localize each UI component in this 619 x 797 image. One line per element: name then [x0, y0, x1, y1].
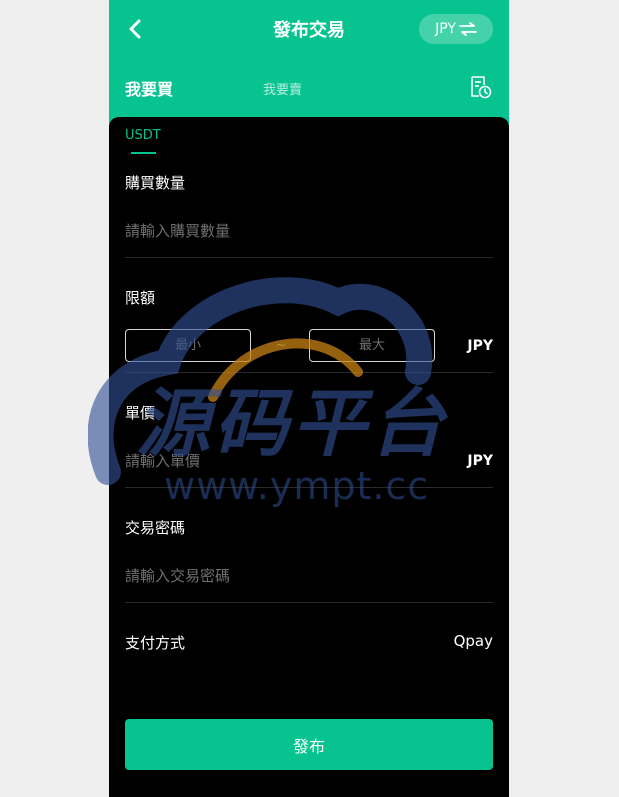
quantity-input[interactable]	[125, 218, 493, 244]
quantity-label: 購買數量	[125, 174, 186, 192]
swap-arrows-icon	[459, 22, 477, 36]
coin-tab-usdt[interactable]: USDT	[125, 128, 161, 143]
unit-price-label: 單價	[125, 404, 156, 422]
limit-separator: ~	[276, 338, 287, 352]
header-bar: 發布交易 JPY	[109, 0, 509, 60]
limit-max-input[interactable]	[309, 329, 435, 362]
trade-form-card: USDT 購買數量 限額 ~ JPY 單價 JPY 交易密碼 支付方式 Qpay…	[109, 117, 509, 797]
currency-switch-button[interactable]: JPY	[419, 14, 493, 44]
limit-unit: JPY	[467, 338, 493, 354]
currency-label: JPY	[435, 21, 456, 37]
publish-button[interactable]: 發布	[125, 719, 493, 770]
limit-min-input[interactable]	[125, 329, 251, 362]
divider	[125, 372, 493, 373]
coin-tab-indicator	[131, 152, 156, 154]
tab-sell[interactable]: 我要賣	[263, 79, 302, 98]
trade-password-input[interactable]	[125, 563, 493, 589]
order-history-icon	[471, 76, 492, 99]
unit-price-input[interactable]	[125, 448, 445, 474]
payment-method-value[interactable]: Qpay	[454, 632, 493, 650]
chevron-left-icon	[129, 19, 141, 39]
divider	[125, 257, 493, 258]
app-screen: 發布交易 JPY 我要買 我要賣 USDT 購買數量 請輸入購買數量 限額 最小…	[109, 0, 509, 797]
trade-password-label: 交易密碼	[125, 519, 186, 537]
payment-method-label: 支付方式	[125, 634, 186, 652]
limit-label: 限額	[125, 289, 156, 307]
divider	[125, 602, 493, 603]
trade-type-tabs: 我要買 我要賣	[109, 62, 509, 112]
divider	[125, 487, 493, 488]
back-button[interactable]	[123, 14, 149, 44]
tab-buy[interactable]: 我要買	[125, 76, 173, 100]
order-history-button[interactable]	[467, 74, 493, 100]
unit-price-unit: JPY	[467, 453, 493, 469]
